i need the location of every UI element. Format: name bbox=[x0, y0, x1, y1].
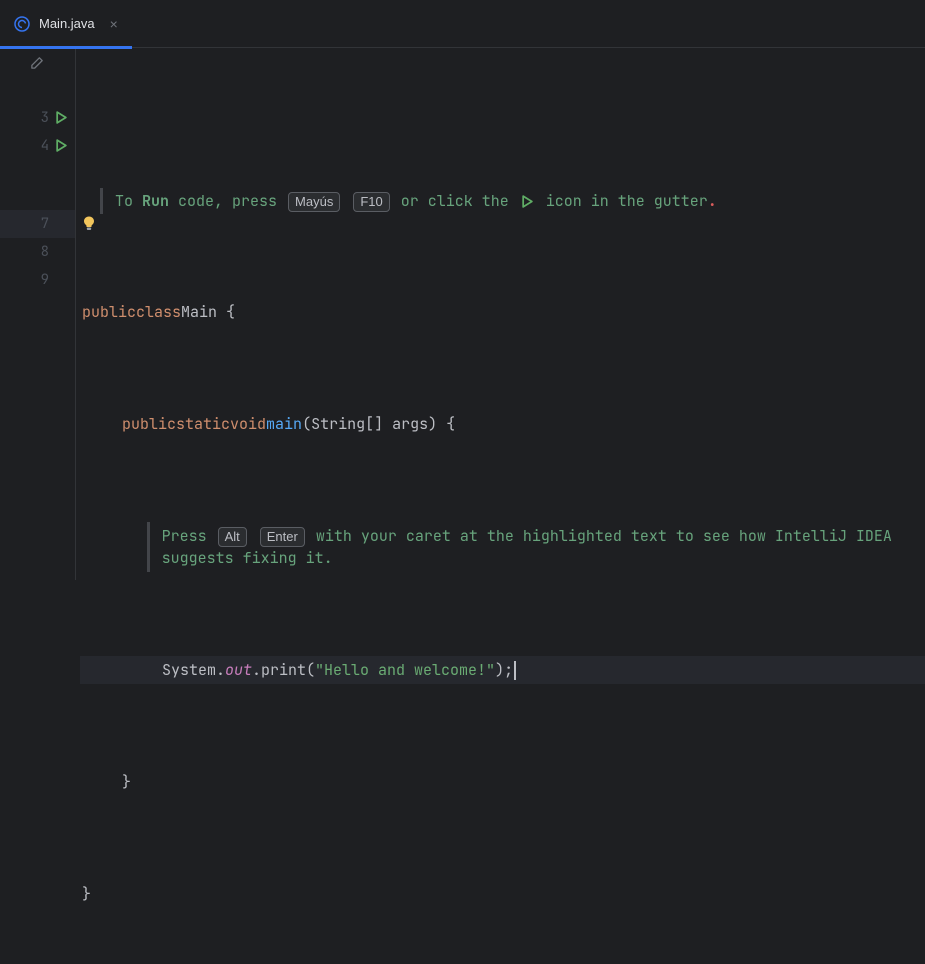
line-number: 4 bbox=[23, 137, 49, 155]
tab-label: Main.java bbox=[39, 16, 95, 31]
gutter-row-8[interactable]: 8 bbox=[0, 238, 75, 266]
pencil-icon bbox=[30, 55, 45, 70]
intention-bulb-icon[interactable] bbox=[81, 215, 97, 231]
line-number: 8 bbox=[23, 243, 49, 261]
tip-text: Press bbox=[162, 526, 216, 546]
tip-text: code, press bbox=[169, 191, 286, 211]
run-icon-inline bbox=[521, 195, 534, 208]
tab-main-java[interactable]: Main.java × bbox=[0, 0, 132, 48]
edit-indicator[interactable] bbox=[0, 48, 75, 76]
gutter-row-4[interactable]: 4 bbox=[0, 132, 75, 160]
editor-tabs: Main.java × bbox=[0, 0, 925, 48]
tip-text: Run bbox=[142, 191, 169, 211]
code-editor[interactable]: To Run code, press Mayús F10 or click th… bbox=[76, 48, 925, 580]
code-line-8[interactable]: } bbox=[80, 768, 925, 796]
tip-text: or click the bbox=[392, 191, 518, 211]
editor-area: 3 4 7 8 9 bbox=[0, 48, 925, 580]
red-dot: . bbox=[708, 191, 717, 211]
code-line-9[interactable]: } bbox=[80, 880, 925, 908]
key-enter: Enter bbox=[260, 527, 305, 547]
text-caret bbox=[514, 661, 516, 680]
key-alt: Alt bbox=[218, 527, 247, 547]
line-number: 9 bbox=[23, 271, 49, 289]
gutter-row-7[interactable]: 7 bbox=[0, 210, 75, 238]
gutter-row-tip2 bbox=[0, 160, 75, 210]
code-line-7[interactable]: System.out.print("Hello and welcome!"); bbox=[80, 656, 925, 684]
code-line-3[interactable]: public class Main { bbox=[80, 298, 925, 326]
line-number: 7 bbox=[23, 215, 49, 233]
tip-text: icon in the gutter bbox=[537, 191, 708, 211]
key-f10: F10 bbox=[353, 192, 389, 212]
code-line-4[interactable]: public static void main(String[] args) { bbox=[80, 410, 925, 438]
run-gutter-icon[interactable] bbox=[55, 139, 69, 153]
java-class-icon bbox=[14, 16, 30, 32]
gutter-row-3[interactable]: 3 bbox=[0, 104, 75, 132]
gutter-row-9[interactable]: 9 bbox=[0, 266, 75, 294]
gutter: 3 4 7 8 9 bbox=[0, 48, 76, 580]
key-mayus: Mayús bbox=[288, 192, 340, 212]
tip-text: To bbox=[115, 191, 142, 211]
run-gutter-icon[interactable] bbox=[55, 111, 69, 125]
gutter-row-tip1 bbox=[0, 76, 75, 104]
run-tip: To Run code, press Mayús F10 or click th… bbox=[80, 188, 925, 214]
line-number: 3 bbox=[23, 109, 49, 127]
intention-tip: Press Alt Enter with your caret at the h… bbox=[80, 522, 925, 572]
close-icon[interactable]: × bbox=[110, 16, 118, 32]
